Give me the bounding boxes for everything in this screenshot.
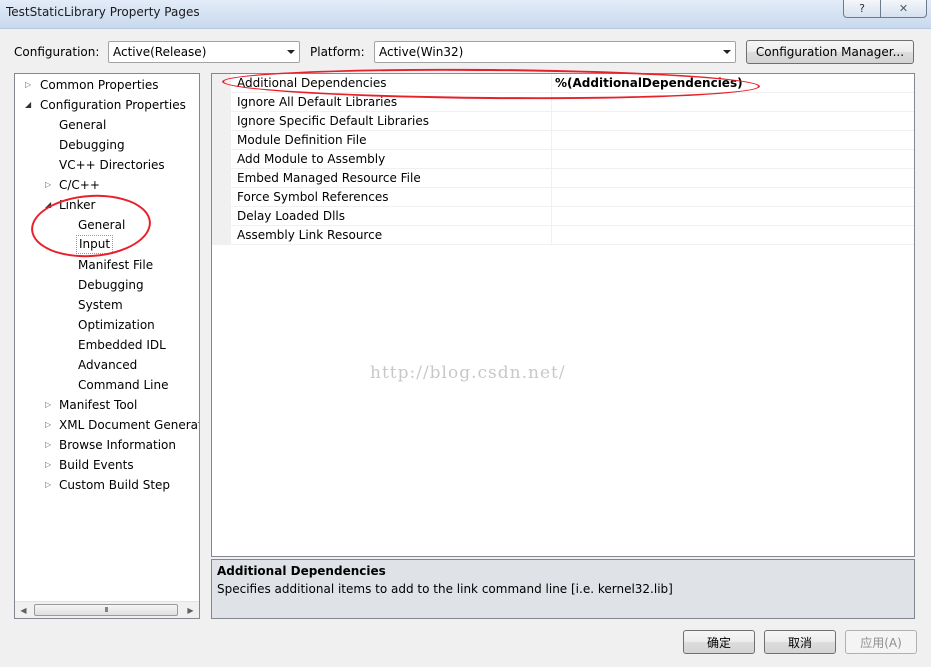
property-name: Ignore Specific Default Libraries (237, 114, 429, 128)
property-name: Ignore All Default Libraries (237, 95, 398, 109)
tree-item-optimization[interactable]: Optimization (78, 315, 155, 335)
apply-button[interactable]: 应用(A) (845, 630, 917, 654)
tree-item-build-events[interactable]: Build Events (59, 455, 134, 475)
property-row[interactable]: Module Definition File (212, 131, 914, 150)
horizontal-scrollbar[interactable]: ◀ III ▶ (15, 601, 199, 618)
column-divider (551, 226, 552, 245)
column-divider (551, 207, 552, 226)
tree-item-debugging[interactable]: Debugging (59, 135, 125, 155)
help-button[interactable]: ? (843, 0, 881, 18)
expand-arrow-icon[interactable]: ▷ (45, 395, 51, 415)
property-name: Assembly Link Resource (237, 228, 383, 242)
close-button[interactable]: ✕ (881, 0, 927, 18)
tree-item-linker-debugging[interactable]: Debugging (78, 275, 144, 295)
expand-arrow-icon[interactable]: ▷ (25, 75, 31, 95)
configuration-manager-button[interactable]: Configuration Manager... (746, 40, 914, 64)
tree-item-xml-document-generator[interactable]: XML Document Generat (59, 415, 199, 435)
column-divider (551, 131, 552, 150)
property-name: Delay Loaded Dlls (237, 209, 345, 223)
tree-item-vc-directories[interactable]: VC++ Directories (59, 155, 165, 175)
platform-dropdown[interactable]: Active(Win32) (374, 41, 736, 63)
tree-item-embedded-idl[interactable]: Embedded IDL (78, 335, 166, 355)
platform-label: Platform: (310, 45, 365, 59)
property-row[interactable]: Delay Loaded Dlls (212, 207, 914, 226)
configuration-label: Configuration: (14, 45, 100, 59)
row-gutter (212, 207, 231, 226)
tree-item-custom-build-step[interactable]: Custom Build Step (59, 475, 170, 495)
column-divider (551, 188, 552, 207)
expand-arrow-icon[interactable]: ▷ (45, 455, 51, 475)
ok-button[interactable]: 确定 (683, 630, 755, 654)
tree-item-manifest-file[interactable]: Manifest File (78, 255, 153, 275)
scroll-left-icon[interactable]: ◀ (15, 602, 32, 618)
property-tree[interactable]: ▷ Common Properties ◢ Configuration Prop… (14, 73, 200, 619)
watermark: http://blog.csdn.net/ (370, 363, 566, 383)
row-gutter (212, 131, 231, 150)
property-grid[interactable]: Additional Dependencies %(AdditionalDepe… (211, 73, 915, 557)
row-gutter (212, 93, 231, 112)
tree-item-general[interactable]: General (59, 115, 106, 135)
chevron-down-icon (287, 50, 295, 54)
property-row[interactable]: Embed Managed Resource File (212, 169, 914, 188)
row-gutter (212, 188, 231, 207)
expand-arrow-icon[interactable]: ▷ (45, 435, 51, 455)
tree-item-manifest-tool[interactable]: Manifest Tool (59, 395, 137, 415)
tree-item-browse-information[interactable]: Browse Information (59, 435, 176, 455)
expand-arrow-icon[interactable]: ▷ (45, 175, 51, 195)
property-row[interactable]: Force Symbol References (212, 188, 914, 207)
platform-value: Active(Win32) (379, 45, 464, 59)
property-name: Module Definition File (237, 133, 367, 147)
tree-item-c-cpp[interactable]: C/C++ (59, 175, 100, 195)
property-name: Add Module to Assembly (237, 152, 386, 166)
row-gutter (212, 226, 231, 245)
property-row[interactable]: Add Module to Assembly (212, 150, 914, 169)
tree-item-advanced[interactable]: Advanced (78, 355, 137, 375)
description-title: Additional Dependencies (217, 564, 386, 578)
configuration-value: Active(Release) (113, 45, 207, 59)
expand-arrow-icon[interactable]: ▷ (45, 415, 51, 435)
property-row[interactable]: Assembly Link Resource (212, 226, 914, 245)
tree-item-command-line[interactable]: Command Line (78, 375, 169, 395)
chevron-down-icon (723, 50, 731, 54)
property-name: Force Symbol References (237, 190, 389, 204)
scroll-thumb[interactable]: III (34, 604, 178, 616)
description-panel: Additional Dependencies Specifies additi… (211, 559, 915, 619)
dialog-client-area: Configuration: Active(Release) Platform:… (0, 28, 931, 667)
row-gutter (212, 150, 231, 169)
title-bar[interactable]: TestStaticLibrary Property Pages ? ✕ (0, 0, 931, 28)
description-text: Specifies additional items to add to the… (217, 582, 673, 596)
tree-item-configuration-properties[interactable]: Configuration Properties (40, 95, 186, 115)
cancel-button[interactable]: 取消 (764, 630, 836, 654)
column-divider (551, 169, 552, 188)
collapse-arrow-icon[interactable]: ◢ (25, 95, 31, 115)
property-name: Embed Managed Resource File (237, 171, 421, 185)
column-divider (551, 150, 552, 169)
tree-item-common-properties[interactable]: Common Properties (40, 75, 159, 95)
row-gutter (212, 169, 231, 188)
column-divider (551, 112, 552, 131)
property-pages-window: TestStaticLibrary Property Pages ? ✕ Con… (0, 0, 931, 667)
window-title: TestStaticLibrary Property Pages (6, 5, 200, 19)
expand-arrow-icon[interactable]: ▷ (45, 475, 51, 495)
tree-item-system[interactable]: System (78, 295, 123, 315)
scroll-right-icon[interactable]: ▶ (182, 602, 199, 618)
property-row[interactable]: Ignore Specific Default Libraries (212, 112, 914, 131)
configuration-dropdown[interactable]: Active(Release) (108, 41, 300, 63)
row-gutter (212, 112, 231, 131)
